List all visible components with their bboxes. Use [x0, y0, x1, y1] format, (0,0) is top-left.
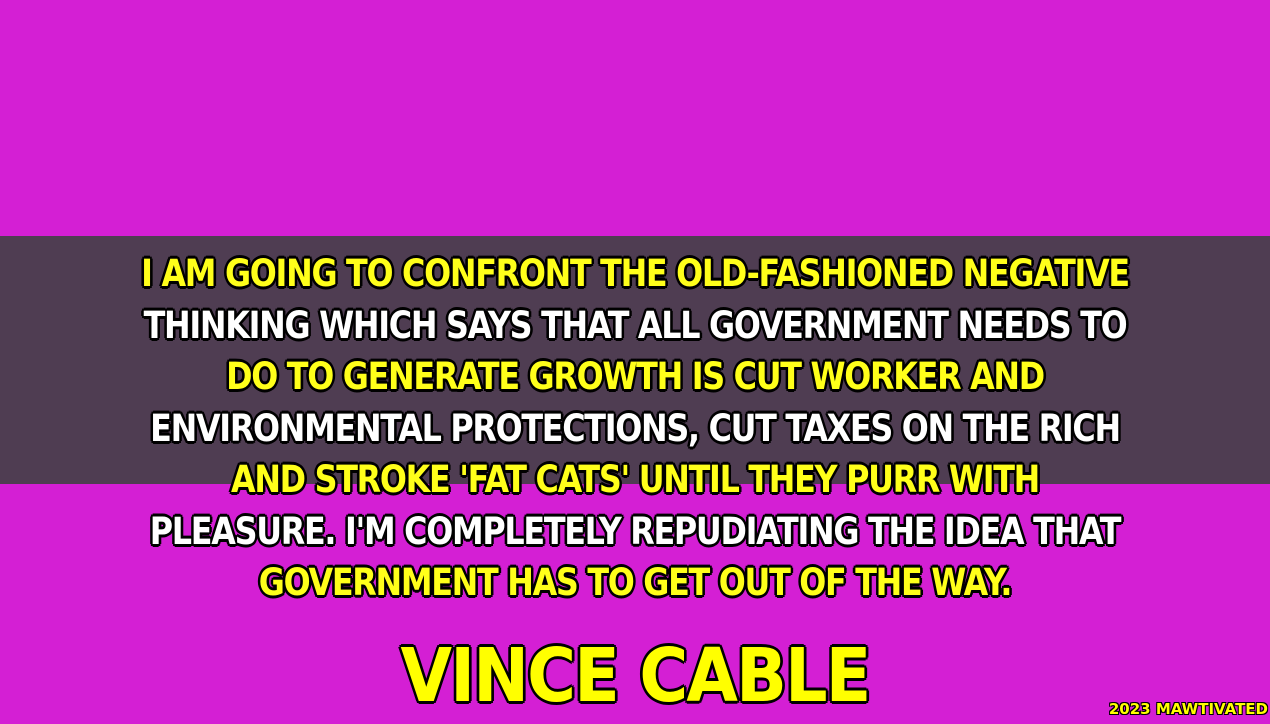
quote-line: DO TO GENERATE GROWTH IS CUT WORKER AND [225, 354, 1046, 399]
quote-line: AND STROKE 'FAT CATS' UNTIL THEY PURR WI… [230, 457, 1041, 502]
quote-author-name: VINCE CABLE [400, 633, 872, 719]
quote-line: GOVERNMENT HAS TO GET OUT OF THE WAY. [258, 560, 1013, 605]
quote-line: PLEASURE. I'M COMPLETELY REPUDIATING THE… [149, 509, 1122, 554]
quote-line: ENVIRONMENTAL PROTECTIONS, CUT TAXES ON … [149, 406, 1122, 451]
quote-line: I AM GOING TO CONFRONT THE OLD-FASHIONED… [140, 251, 1131, 296]
quote-text-block: I AM GOING TO CONFRONT THE OLD-FASHIONED… [89, 248, 1181, 609]
quote-line: THINKING WHICH SAYS THAT ALL GOVERNMENT … [143, 303, 1129, 348]
watermark-text: 2023 MAWTIVATED [1108, 700, 1268, 718]
